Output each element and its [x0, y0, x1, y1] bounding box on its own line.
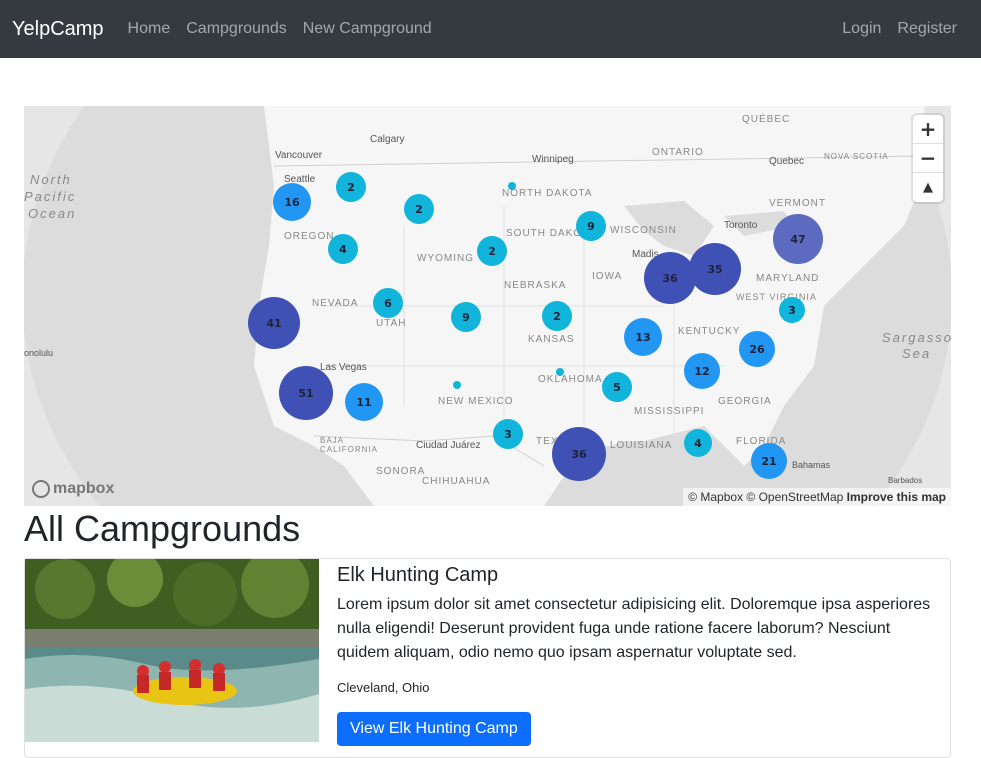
map-label-louisiana: LOUISIANA: [610, 440, 673, 451]
map-label-calgary: Calgary: [370, 134, 405, 145]
zoom-in-button[interactable]: +: [913, 115, 943, 144]
map-label-sea: Sea: [902, 346, 932, 361]
navbar: YelpCamp Home Campgrounds New Campground…: [0, 0, 981, 58]
map-label-chihuahua: CHIHUAHUA: [422, 476, 491, 487]
map-cluster[interactable]: 3: [779, 297, 805, 323]
map-label-oklahoma: OKLAHOMA: [538, 374, 603, 385]
campground-image: [25, 559, 319, 742]
map-label-nova-scotia: NOVA SCOTIA: [824, 152, 889, 161]
mapbox-logo[interactable]: mapbox: [32, 480, 114, 498]
map-label-ontario: ONTARIO: [652, 147, 704, 158]
nav-home-link[interactable]: Home: [128, 20, 171, 38]
compass-icon[interactable]: ▲: [913, 173, 943, 202]
map-label-nebraska: NEBRASKA: [504, 280, 567, 291]
campground-card-body: Elk Hunting Camp Lorem ipsum dolor sit a…: [319, 559, 950, 757]
map-label-iowa: IOWA: [592, 271, 623, 282]
map-cluster[interactable]: 3: [493, 419, 523, 449]
map-cluster[interactable]: 2: [336, 172, 366, 202]
nav-auth-links: Login Register: [842, 20, 973, 38]
nav-register-link[interactable]: Register: [897, 20, 957, 38]
campground-location: Cleveland, Ohio: [337, 680, 430, 695]
map-label-baja: BAJA CALIFORNIA: [320, 436, 379, 454]
map-label-pacific: Pacific: [24, 189, 77, 204]
map-label-vancouver: Vancouver: [275, 150, 323, 161]
map-cluster[interactable]: 2: [542, 301, 572, 331]
map-label-quebec-region: QUÉBEC: [742, 114, 791, 125]
map-cluster[interactable]: 26: [739, 331, 775, 367]
map-cluster[interactable]: 2: [404, 194, 434, 224]
map-cluster[interactable]: 6: [373, 288, 403, 318]
rafting-photo: [25, 559, 319, 742]
map-point[interactable]: [508, 182, 516, 190]
map-cluster[interactable]: 2: [477, 236, 507, 266]
map-label-barbados: Barbados: [888, 476, 923, 485]
map-label-vermont: VERMONT: [769, 198, 826, 209]
map-cluster[interactable]: 36: [644, 252, 696, 304]
map-label-north-dakota: NORTH DAKOTA: [502, 188, 593, 199]
attribution-text[interactable]: © Mapbox © OpenStreetMap: [688, 490, 843, 504]
view-campground-button[interactable]: View Elk Hunting Camp: [337, 712, 531, 746]
map-label-new-mexico: NEW MEXICO: [438, 396, 514, 407]
map-label-georgia: GEORGIA: [718, 396, 772, 407]
nav-new-campground-link[interactable]: New Campground: [303, 20, 432, 38]
map-cluster[interactable]: 5: [602, 372, 632, 402]
map-label-sonora: SONORA: [376, 466, 426, 477]
map-cluster[interactable]: 11: [345, 383, 383, 421]
map-label-ciudad-juarez: Ciudad Juárez: [416, 440, 481, 451]
improve-map-link[interactable]: Improve this map: [847, 490, 946, 504]
map-label-bahamas: Bahamas: [792, 460, 831, 470]
map-cluster[interactable]: 12: [684, 353, 720, 389]
map-cluster[interactable]: 51: [279, 366, 333, 420]
map-point[interactable]: [453, 381, 461, 389]
campground-title: Elk Hunting Camp: [337, 564, 499, 586]
map-point[interactable]: [556, 368, 564, 376]
map-label-utah: UTAH: [376, 318, 407, 329]
map-cluster[interactable]: 9: [451, 302, 481, 332]
map-cluster[interactable]: 21: [751, 443, 787, 479]
map-cluster[interactable]: 35: [689, 243, 741, 295]
page-title: All Campgrounds: [24, 508, 301, 549]
map-cluster[interactable]: 47: [773, 214, 823, 264]
map-label-kentucky: KENTUCKY: [678, 326, 741, 337]
map-label-wisconsin: WISCONSIN: [610, 225, 677, 236]
map-cluster[interactable]: 4: [328, 234, 358, 264]
map-label-wyoming: WYOMING: [417, 253, 474, 264]
map-label-quebec: Quebec: [769, 156, 805, 167]
map-cluster[interactable]: 41: [248, 297, 300, 349]
mapbox-logo-text: mapbox: [53, 480, 115, 497]
campground-card: Elk Hunting Camp Lorem ipsum dolor sit a…: [24, 558, 951, 758]
cluster-map[interactable]: North Pacific Ocean Sargasso Sea Calgary…: [24, 106, 951, 506]
map-label-las-vegas: Las Vegas: [320, 362, 367, 373]
map-label-oregon: OREGON: [284, 231, 335, 242]
map-label-mississippi: MISSISSIPPI: [634, 406, 705, 417]
map-label-sargasso: Sargasso: [882, 330, 951, 345]
map-label-west-virginia: WEST VIRGINIA: [736, 292, 817, 302]
map-cluster[interactable]: 13: [624, 318, 662, 356]
map-label-north: North: [30, 172, 72, 187]
map-navigation-control: + − ▲: [913, 115, 943, 202]
map-label-kansas: KANSAS: [528, 334, 575, 345]
map-label-ocean: Ocean: [28, 206, 77, 221]
map-cluster[interactable]: 36: [552, 427, 606, 481]
map-label-maryland: MARYLAND: [756, 273, 820, 284]
mapbox-logo-icon: [32, 480, 50, 498]
map-cluster[interactable]: 4: [684, 429, 712, 457]
nav-campgrounds-link[interactable]: Campgrounds: [186, 20, 287, 38]
zoom-out-button[interactable]: −: [913, 144, 943, 173]
brand-link[interactable]: YelpCamp: [12, 18, 104, 41]
map-label-honolulu: onolulu: [24, 348, 54, 358]
map-attribution: © Mapbox © OpenStreetMap Improve this ma…: [683, 488, 951, 506]
campground-description: Lorem ipsum dolor sit amet consectetur a…: [337, 596, 931, 661]
map-label-toronto: Toronto: [724, 220, 758, 231]
map-label-winnipeg: Winnipeg: [532, 154, 574, 165]
nav-login-link[interactable]: Login: [842, 20, 881, 38]
map-cluster[interactable]: 16: [273, 183, 311, 221]
map-cluster[interactable]: 9: [576, 211, 606, 241]
map-basemap: [24, 106, 951, 506]
map-label-nevada: NEVADA: [312, 298, 359, 309]
